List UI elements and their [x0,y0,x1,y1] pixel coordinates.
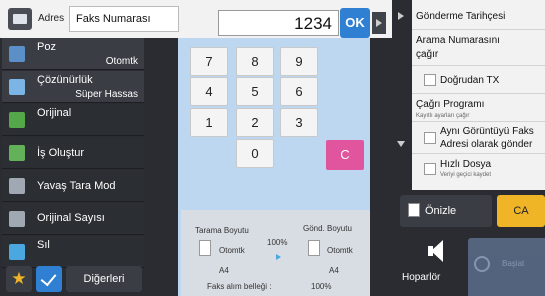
menu-item-label: Orijinal Sayısı [37,212,105,224]
menu-item-value: Süper Hassas [75,89,138,100]
direct-tx-checkbox[interactable] [424,74,436,86]
slow-scan-icon [9,178,25,194]
scan-paper-value: A4 [219,266,229,275]
menu-item-slow-scan[interactable]: Yavaş Tara Mod [2,170,144,202]
speaker-label[interactable]: Hoparlör [402,272,440,283]
fax-number-field[interactable]: Faks Numarası [69,6,179,32]
menu-item-label: Çözünürlük [37,74,93,86]
erase-icon [9,244,25,260]
ok-button[interactable]: OK [340,8,370,38]
direct-tx-item[interactable]: Doğrudan TX [412,66,545,94]
menu-item-label: Orijinal [37,107,72,119]
call-number-line1: Arama Numarasını [416,35,500,46]
menu-item-original-count[interactable]: Orijinal Sayısı [2,203,144,235]
same-image-line1: Aynı Görüntüyü Faks [440,126,534,137]
menu-item-resolution[interactable]: Çözünürlük Süper Hassas [2,71,144,103]
bottom-left-bar: ★ Diğerleri [0,263,144,296]
key-5[interactable]: 5 [236,77,274,106]
call-number-item[interactable]: Arama Numarasını çağır [412,30,545,66]
send-document-icon [308,240,320,256]
scan-mode-value: Otomtk [219,246,245,255]
preview-label: Önizle [425,205,457,217]
play-arrow-icon[interactable] [398,12,404,20]
quick-file-item[interactable]: Hızlı Dosya Veriyi geçici kaydet [412,154,545,190]
call-program-sub: Kayıtlı ayarları çağır [416,113,470,119]
send-mode-value: Otomtk [327,246,353,255]
quick-file-label: Hızlı Dosya [440,159,492,170]
arrow-right-icon [276,254,281,260]
quick-file-sub: Veriyi geçici kaydet [440,172,492,178]
ca-button[interactable]: CA [497,195,545,227]
direct-tx-label: Doğrudan TX [440,75,500,86]
call-program-item[interactable]: Çağrı Programı Kayıtlı ayarları çağır [412,94,545,122]
speaker-icon[interactable] [428,240,444,262]
key-8[interactable]: 8 [236,47,274,76]
scroll-down-icon[interactable] [397,141,405,147]
original-count-icon [9,211,25,227]
start-button[interactable]: Başlat [468,238,545,296]
scan-size-label: Tarama Boyutu [195,226,249,235]
right-scrollbar[interactable] [392,0,412,296]
send-size-label: Gönd. Boyutu [303,224,352,233]
menu-item-original[interactable]: Orijinal [2,104,144,136]
call-program-label: Çağrı Programı [416,99,485,110]
call-number-line2: çağır [416,49,439,60]
preview-button[interactable]: Önizle [400,195,492,227]
ratio-value: 100% [267,238,288,247]
key-9[interactable]: 9 [280,47,318,76]
fax-memory-label: Faks alım belleği : [207,282,272,291]
address-label: Adres [38,13,65,24]
menu-item-label: İş Oluştur [37,147,85,159]
same-image-item[interactable]: Aynı Görüntüyü Faks Adresi olarak gönder [412,122,545,154]
send-history-label: Gönderme Tarihçesi [416,11,506,22]
key-7[interactable]: 7 [190,47,228,76]
others-button[interactable]: Diğerleri [66,266,142,292]
center-gutter [144,38,178,296]
fax-screen: Adres Faks Numarası 1234 OK Poz Otomtk Ç… [0,0,545,296]
address-book-icon[interactable] [8,8,32,30]
quick-file-checkbox[interactable] [424,163,436,175]
same-image-checkbox[interactable] [424,132,436,144]
key-1[interactable]: 1 [190,108,228,137]
menu-item-job-build[interactable]: İş Oluştur [2,137,144,169]
resolution-icon [9,79,25,95]
menu-item-value: Otomtk [105,56,138,67]
exposure-icon [9,46,25,62]
checkmark-icon[interactable] [36,266,62,292]
key-2[interactable]: 2 [236,108,274,137]
favorite-star-icon[interactable]: ★ [6,266,32,292]
send-history-item[interactable]: Gönderme Tarihçesi [412,0,545,30]
preview-document-icon [408,203,420,217]
start-label: Başlat [502,259,525,268]
scan-info-panel: Tarama Boyutu Gönd. Boyutu Otomtk 100% O… [181,210,370,296]
menu-item-label: Yavaş Tara Mod [37,180,116,192]
scroll-right-icon[interactable] [372,12,386,34]
number-display[interactable]: 1234 [218,10,339,36]
menu-item-exposure[interactable]: Poz Otomtk [2,38,144,70]
original-icon [9,112,25,128]
start-icon [474,256,490,272]
clear-button[interactable]: C [326,140,364,170]
key-6[interactable]: 6 [280,77,318,106]
key-3[interactable]: 3 [280,108,318,137]
send-paper-value: A4 [329,266,339,275]
menu-item-label: Poz [37,41,56,53]
same-image-line2: Adresi olarak gönder [440,139,533,150]
left-menu: Poz Otomtk Çözünürlük Süper Hassas Oriji… [0,38,144,268]
right-panel: Gönderme Tarihçesi Arama Numarasını çağı… [412,0,545,190]
key-0[interactable]: 0 [236,139,274,168]
scan-document-icon [199,240,211,256]
job-build-icon [9,145,25,161]
key-4[interactable]: 4 [190,77,228,106]
fax-memory-value: 100% [311,282,332,291]
menu-item-label: Sıl [37,239,50,251]
